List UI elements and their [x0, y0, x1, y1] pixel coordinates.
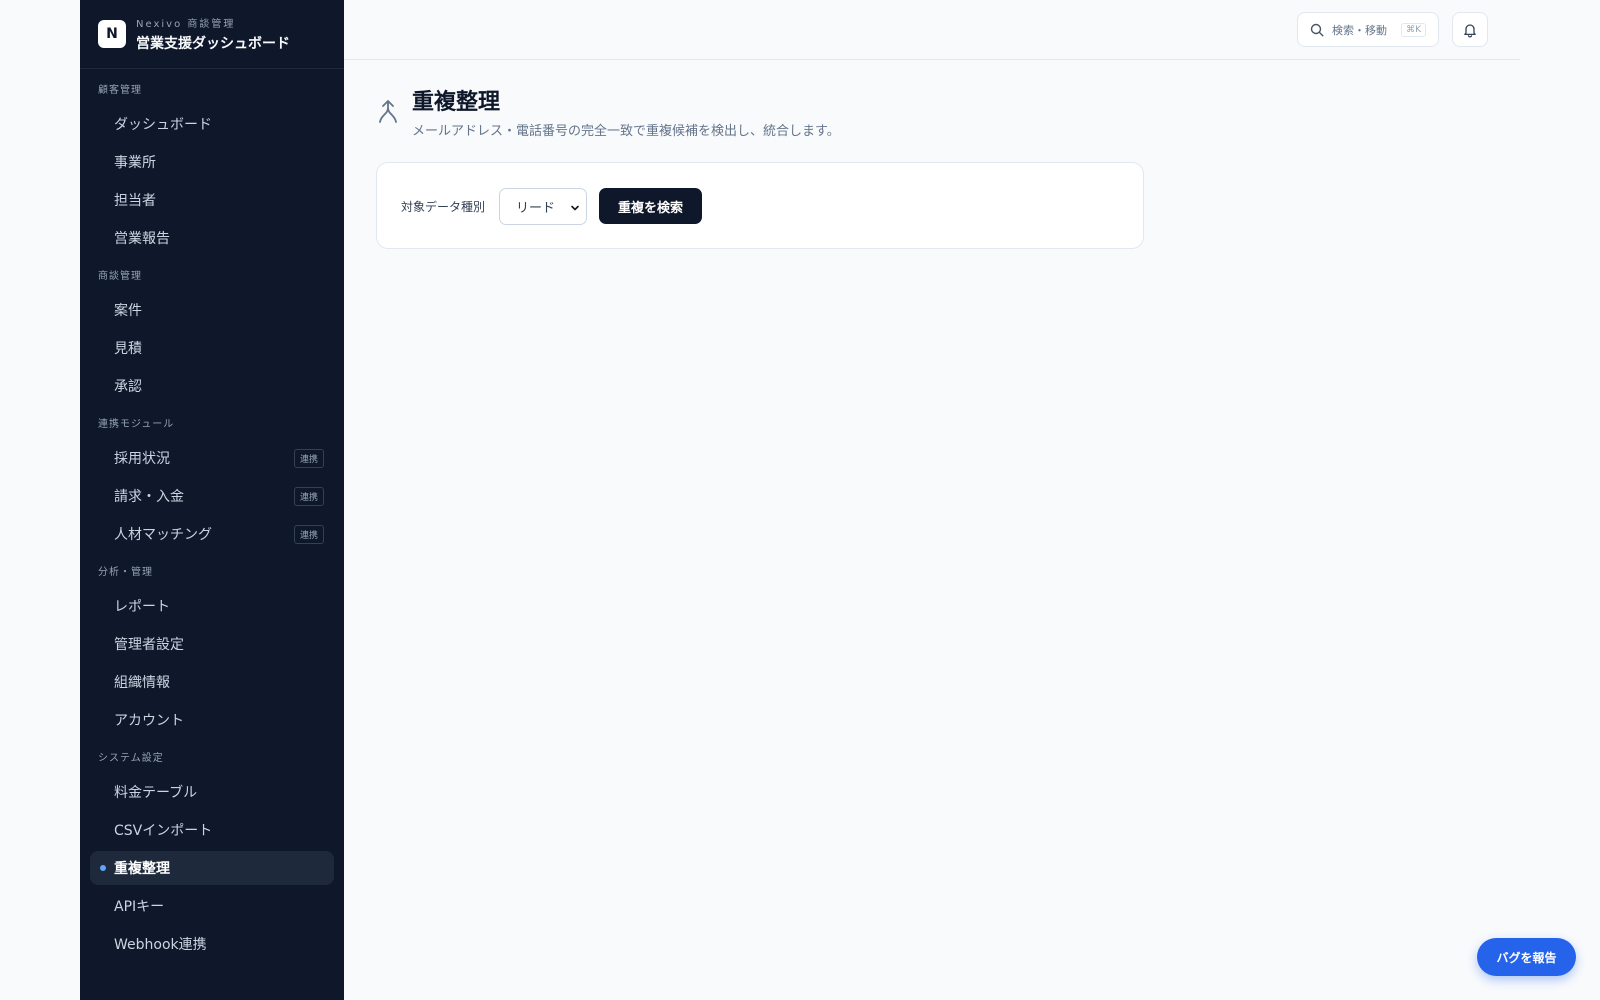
merge-icon	[374, 98, 402, 126]
section-label: 商談管理	[98, 271, 142, 282]
section-label: 分析・管理	[98, 567, 153, 578]
sidebar-item-label: ダッシュボード	[114, 117, 212, 133]
sidebar-item-label: 重複整理	[114, 861, 170, 877]
sidebar-item-label: レポート	[114, 599, 170, 615]
target-type-value: リード	[516, 201, 556, 216]
sidebar-item-approvals[interactable]: 承認	[90, 369, 334, 403]
sidebar-item-label: 採用状況	[114, 451, 170, 467]
integration-badge: 連携	[293, 448, 324, 468]
nav-section-deals: 商談管理 案件 見積 承認	[80, 265, 344, 403]
search-icon	[1310, 23, 1324, 37]
page-title: 重複整理	[412, 90, 501, 115]
integration-badge: 連携	[293, 486, 324, 506]
sidebar-item-dashboard[interactable]: ダッシュボード	[90, 107, 334, 141]
section-label: システム設定	[98, 753, 164, 764]
active-indicator-dot	[100, 865, 106, 871]
sidebar-item-deals[interactable]: 案件	[90, 293, 334, 327]
sidebar-item-sales-reports[interactable]: 営業報告	[90, 221, 334, 255]
sidebar-item-offices[interactable]: 事業所	[90, 145, 334, 179]
sidebar-item-label: CSVインポート	[114, 823, 213, 839]
sidebar-item-label: 案件	[114, 303, 142, 319]
sidebar-item-contacts[interactable]: 担当者	[90, 183, 334, 217]
sidebar-item-label: 組織情報	[114, 675, 170, 691]
sidebar: N Nexivo 商談管理 営業支援ダッシュボード 顧客管理 ダッシュボード 事…	[80, 0, 344, 1000]
sidebar-item-label: 料金テーブル	[114, 785, 198, 801]
sidebar-item-billing[interactable]: 請求・入金 連携	[90, 479, 334, 513]
sidebar-item-csv-import[interactable]: CSVインポート	[90, 813, 334, 847]
dedupe-search-card: 対象データ種別 リード 重複を検索	[376, 162, 1144, 249]
sidebar-item-dedupe[interactable]: 重複整理	[90, 851, 334, 885]
brand[interactable]: N Nexivo 商談管理 営業支援ダッシュボード	[80, 0, 344, 69]
report-bug-button[interactable]: バグを報告	[1477, 938, 1576, 976]
target-type-label: 対象データ種別	[401, 200, 486, 214]
brand-subtitle: Nexivo 商談管理	[136, 19, 236, 30]
sidebar-item-organization[interactable]: 組織情報	[90, 665, 334, 699]
sidebar-item-reports[interactable]: レポート	[90, 589, 334, 623]
brand-text: Nexivo 商談管理 営業支援ダッシュボード	[136, 15, 290, 53]
sidebar-item-label: 請求・入金	[114, 489, 184, 505]
sidebar-item-label: Webhook連携	[114, 937, 207, 953]
sidebar-item-label: 承認	[114, 379, 142, 395]
search-shortcut: ⌘K	[1401, 22, 1426, 37]
sidebar-item-label: 見積	[114, 341, 142, 357]
sidebar-item-label: 担当者	[114, 193, 156, 209]
topbar: 検索・移動 ⌘K	[344, 0, 1520, 60]
sidebar-item-admin-settings[interactable]: 管理者設定	[90, 627, 334, 661]
bell-icon	[1462, 22, 1478, 38]
page-description: メールアドレス・電話番号の完全一致で重複候補を検出し、統合します。	[412, 124, 840, 139]
sidebar-item-quotes[interactable]: 見積	[90, 331, 334, 365]
notifications-button[interactable]	[1452, 12, 1488, 47]
sidebar-item-price-table[interactable]: 料金テーブル	[90, 775, 334, 809]
search-label: 検索・移動	[1332, 23, 1387, 37]
sidebar-item-label: 事業所	[114, 155, 156, 171]
sidebar-item-label: 人材マッチング	[114, 527, 212, 543]
sidebar-item-label: アカウント	[114, 713, 184, 729]
sidebar-item-api-keys[interactable]: APIキー	[90, 889, 334, 923]
sidebar-item-talent-matching[interactable]: 人材マッチング 連携	[90, 517, 334, 551]
nav-section-analytics: 分析・管理 レポート 管理者設定 組織情報 アカウント	[80, 561, 344, 737]
sidebar-item-account[interactable]: アカウント	[90, 703, 334, 737]
sidebar-item-recruiting[interactable]: 採用状況 連携	[90, 441, 334, 475]
nav-section-customer: 顧客管理 ダッシュボード 事業所 担当者 営業報告	[80, 79, 344, 255]
search-duplicates-button[interactable]: 重複を検索	[599, 188, 702, 224]
sidebar-item-label: 管理者設定	[114, 637, 184, 653]
brand-logo: N	[98, 20, 126, 48]
nav-section-integrations: 連携モジュール 採用状況 連携 請求・入金 連携 人材マッチング 連携	[80, 413, 344, 551]
brand-title: 営業支援ダッシュボード	[136, 36, 290, 52]
sidebar-item-label: 営業報告	[114, 231, 170, 247]
sidebar-item-label: APIキー	[114, 899, 165, 915]
chevron-down-icon	[570, 202, 580, 217]
section-label: 連携モジュール	[98, 419, 175, 430]
sidebar-item-webhooks[interactable]: Webhook連携	[90, 927, 334, 961]
search-button[interactable]: 検索・移動 ⌘K	[1297, 12, 1439, 47]
section-label: 顧客管理	[98, 85, 142, 96]
integration-badge: 連携	[293, 524, 324, 544]
target-type-select[interactable]: リード	[499, 188, 587, 225]
nav-section-system: システム設定 料金テーブル CSVインポート 重複整理 APIキー Webhoo…	[80, 747, 344, 961]
